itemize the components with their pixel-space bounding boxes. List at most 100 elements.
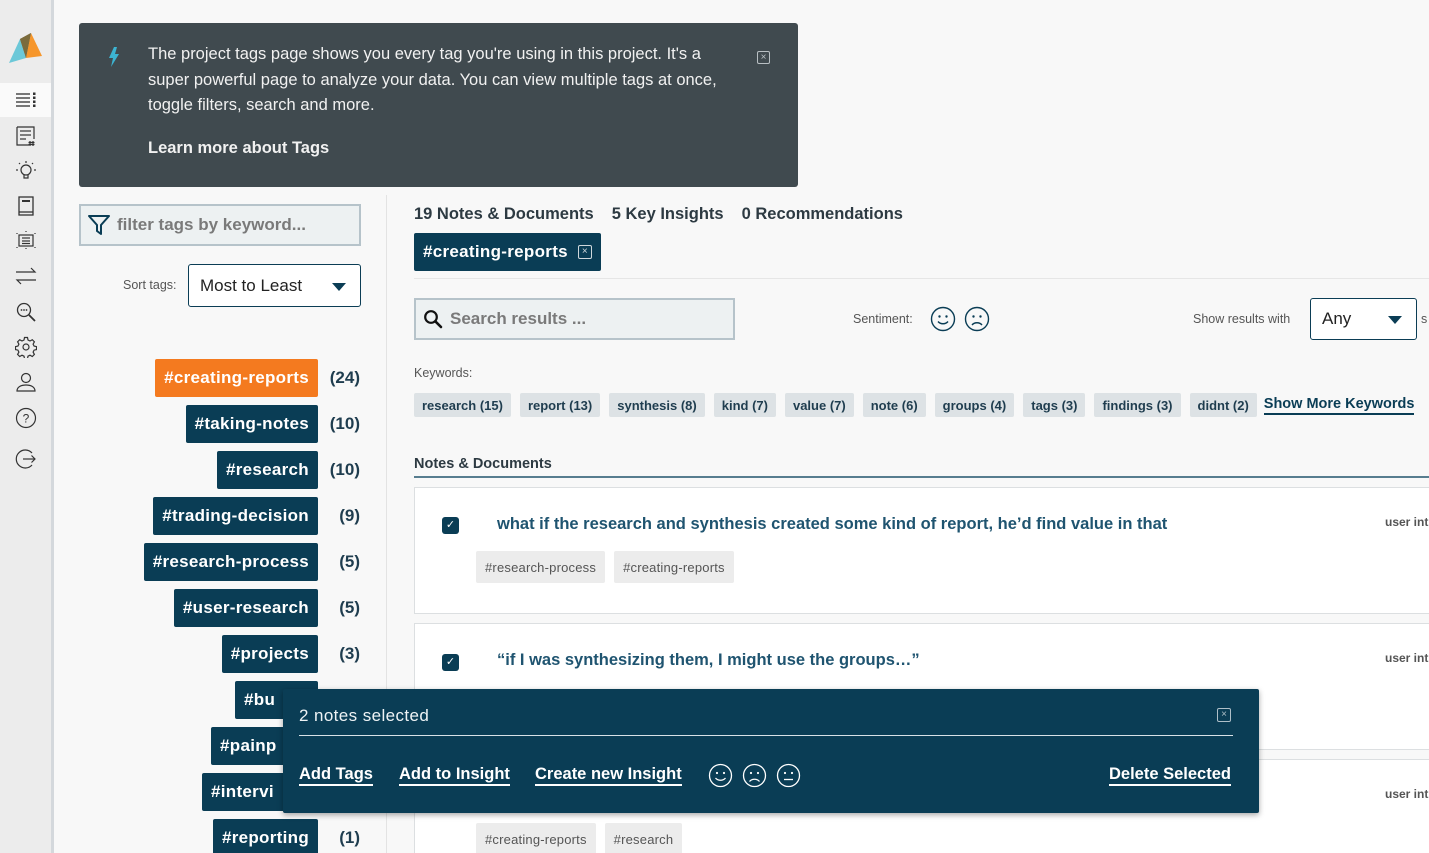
remove-filter-icon[interactable]: ×	[577, 245, 592, 259]
keyword-chip[interactable]: report (13)	[519, 393, 601, 417]
note-checkbox[interactable]: ✓	[442, 654, 459, 671]
add-to-insight-button[interactable]: Add to Insight	[399, 764, 510, 786]
show-more-keywords-link[interactable]: Show More Keywords	[1263, 396, 1415, 415]
happy-face-icon[interactable]	[930, 306, 956, 332]
notes-count[interactable]: 19 Notes & Documents	[414, 205, 594, 224]
selection-close-button[interactable]: ×	[1217, 708, 1231, 722]
tag-pill[interactable]: #research	[216, 451, 318, 489]
book-icon	[17, 196, 34, 216]
tag-filter-input[interactable]: filter tags by keyword...	[79, 204, 361, 246]
keyword-chip[interactable]: research (15)	[414, 393, 511, 417]
add-tags-button[interactable]: Add Tags	[299, 764, 373, 786]
tag-item[interactable]: #taking-notes (10)	[185, 405, 360, 443]
tag-count: (3)	[339, 644, 360, 663]
keyword-chip[interactable]: tags (3)	[1023, 393, 1086, 417]
note-tag[interactable]: #creating-reports	[614, 551, 734, 583]
note-source[interactable]: user int	[1385, 651, 1428, 665]
lightning-icon	[109, 47, 119, 67]
list-icon	[15, 92, 35, 107]
keyword-chip[interactable]: value (7)	[784, 393, 854, 417]
keyword-chip[interactable]: note (6)	[862, 393, 926, 417]
search-results-input[interactable]: Search results ...	[414, 298, 735, 340]
tag-pill[interactable]: #user-research	[173, 589, 318, 627]
sidebar-item-settings[interactable]	[0, 330, 51, 364]
show-results-select[interactable]: Any	[1310, 298, 1417, 340]
selection-action-bar: 2 notes selected × Add Tags Add to Insig…	[283, 689, 1259, 813]
tag-item[interactable]: #projects (3)	[221, 635, 360, 673]
note-checkbox[interactable]: ✓	[442, 517, 459, 534]
sidebar-item-profile[interactable]	[0, 365, 51, 399]
sidebar: ?	[0, 0, 54, 853]
note-card[interactable]: ✓ what if the research and synthesis cre…	[414, 487, 1429, 614]
note-source[interactable]: user int	[1385, 515, 1428, 529]
tag-item[interactable]: #user-research (5)	[173, 589, 360, 627]
user-icon	[15, 372, 36, 392]
banner-text: The project tags page shows you every ta…	[148, 45, 717, 114]
tag-pill[interactable]: #taking-notes	[185, 405, 318, 443]
sidebar-item-search[interactable]	[0, 295, 51, 329]
sidebar-item-insights[interactable]	[0, 154, 51, 188]
note-title[interactable]: what if the research and synthesis creat…	[497, 515, 1167, 534]
tag-pill[interactable]: #creating-reports	[155, 359, 318, 397]
tag-item[interactable]: #research (10)	[216, 451, 360, 489]
result-counts: 19 Notes & Documents 5 Key Insights 0 Re…	[414, 205, 903, 224]
tag-count: (10)	[329, 414, 360, 433]
app-logo[interactable]	[9, 33, 43, 66]
tag-item[interactable]: #reporting (1)	[212, 819, 360, 853]
create-new-insight-button[interactable]: Create new Insight	[535, 764, 682, 786]
happy-face-icon[interactable]	[708, 763, 733, 788]
note-tags: #creating-reports #research	[476, 823, 683, 853]
tag-item[interactable]: #creating-reports (24)	[155, 359, 360, 397]
sad-face-icon[interactable]	[964, 306, 990, 332]
tag-count: (5)	[339, 552, 360, 571]
tag-item[interactable]: #trading-decision (9)	[153, 497, 360, 535]
selected-count: 2 notes selected	[299, 706, 430, 725]
sort-tags-select[interactable]: Most to Least	[188, 264, 361, 307]
note-title[interactable]: “if I was synthesizing them, I might use…	[497, 651, 920, 670]
keyword-chip[interactable]: findings (3)	[1094, 393, 1181, 417]
recommendations-count[interactable]: 0 Recommendations	[742, 205, 903, 224]
show-results-label: Show results with	[1193, 312, 1291, 326]
lightbulb-icon	[15, 161, 36, 179]
sad-face-icon[interactable]	[742, 763, 767, 788]
delete-selected-button[interactable]: Delete Selected	[1109, 764, 1231, 786]
note-hash-icon	[15, 126, 35, 146]
divider	[414, 278, 1429, 279]
note-source[interactable]: user int	[1385, 787, 1428, 801]
keywords-list: research (15) report (13) synthesis (8) …	[414, 393, 1415, 417]
tag-count: (9)	[339, 506, 360, 525]
info-banner: The project tags page shows you every ta…	[79, 23, 798, 187]
note-tag[interactable]: #research	[604, 823, 683, 853]
keyword-chip[interactable]: synthesis (8)	[609, 393, 705, 417]
neutral-face-icon[interactable]	[776, 763, 801, 788]
learn-more-link[interactable]: Learn more about Tags	[148, 139, 329, 158]
banner-close-button[interactable]: ×	[757, 51, 770, 64]
tag-item[interactable]: #research-process (5)	[143, 543, 360, 581]
sidebar-item-help[interactable]: ?	[0, 401, 51, 435]
search-dots-icon	[16, 302, 36, 322]
sidebar-item-logout[interactable]	[0, 442, 51, 476]
note-tag[interactable]: #creating-reports	[476, 823, 596, 853]
keywords-label: Keywords:	[414, 366, 473, 380]
keyword-chip[interactable]: didnt (2)	[1189, 393, 1257, 417]
caret-down-icon	[332, 282, 346, 291]
keyword-chip[interactable]: kind (7)	[713, 393, 776, 417]
sidebar-item-notes[interactable]	[0, 119, 51, 153]
insights-count[interactable]: 5 Key Insights	[612, 205, 724, 224]
tag-pill[interactable]: #trading-decision	[153, 497, 318, 535]
section-rule	[414, 476, 1429, 478]
filter-icon	[88, 215, 110, 235]
sidebar-item-tags-list[interactable]	[0, 83, 51, 117]
sidebar-item-presentation[interactable]	[0, 224, 51, 258]
tag-count: (1)	[339, 828, 360, 847]
sidebar-item-integrations[interactable]	[0, 259, 51, 293]
sidebar-item-recommendations[interactable]	[0, 189, 51, 223]
logout-icon	[15, 449, 36, 469]
note-tags: #research-process #creating-reports	[476, 551, 734, 583]
tag-pill[interactable]: #reporting	[212, 819, 318, 853]
keyword-chip[interactable]: groups (4)	[934, 393, 1015, 417]
note-tag[interactable]: #research-process	[476, 551, 606, 583]
tag-pill[interactable]: #projects	[221, 635, 318, 673]
tag-pill[interactable]: #research-process	[143, 543, 318, 581]
tag-filter-placeholder: filter tags by keyword...	[117, 215, 306, 234]
